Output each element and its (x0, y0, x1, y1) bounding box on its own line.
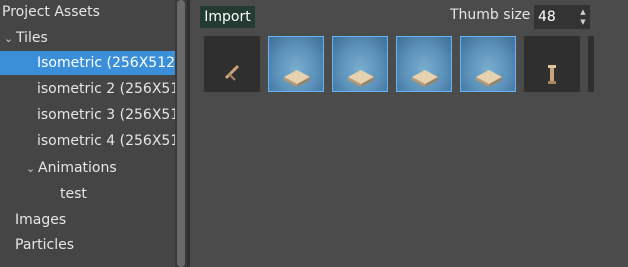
thumb-size-label: Thumb size (450, 7, 531, 23)
floor-tile-icon (284, 70, 310, 87)
tree-item-label: Particles (15, 237, 75, 253)
asset-thumbnail[interactable] (588, 36, 594, 92)
spin-down-icon[interactable]: ▼ (579, 17, 587, 27)
tree-item-isometric-2[interactable]: isometric 2 (256X51 (37, 77, 175, 101)
expand-caret-icon[interactable]: ⌄ (26, 157, 38, 180)
floor-tile-icon (348, 70, 374, 87)
floor-tile-icon (476, 70, 502, 87)
tree-item-label: Isometric (256X512 (37, 55, 175, 71)
asset-browser: Import Thumb size 48 ▲ ▼ (190, 0, 628, 267)
tree-item-particles[interactable]: Particles (15, 233, 74, 257)
expand-caret-icon[interactable]: ⌄ (4, 27, 16, 50)
asset-thumbnail[interactable] (460, 36, 516, 92)
tree-item-animations[interactable]: ⌄ Animations (26, 156, 117, 180)
beam-sprite-icon (224, 64, 240, 81)
tree-item-isometric-3[interactable]: isometric 3 (256X51 (37, 103, 175, 127)
panel-title: Project Assets (2, 4, 100, 20)
thumbnail-grid (204, 36, 594, 94)
tree-scrollbar[interactable] (175, 0, 187, 267)
tree-item-label: isometric 3 (256X51 (37, 107, 175, 123)
asset-thumbnail[interactable] (268, 36, 324, 92)
spin-up-icon[interactable]: ▲ (579, 7, 587, 17)
tree-item-isometric-256x512[interactable]: Isometric (256X512 (0, 51, 175, 75)
tree-item-label: test (60, 186, 87, 202)
tree-item-isometric-4[interactable]: isometric 4 (256X51 (37, 129, 175, 153)
tree-item-images[interactable]: Images (15, 208, 66, 232)
asset-thumbnail[interactable] (204, 36, 260, 92)
asset-thumbnail[interactable] (332, 36, 388, 92)
pillar-sprite-icon (548, 65, 556, 84)
import-button[interactable]: Import (200, 6, 255, 28)
asset-thumbnail[interactable] (524, 36, 580, 92)
tree-item-label: isometric 4 (256X51 (37, 133, 175, 149)
project-assets-panel: Project Assets ⌄ Tiles Isometric (256X512… (0, 0, 175, 267)
tree-item-label: Animations (38, 160, 117, 176)
asset-thumbnail[interactable] (396, 36, 452, 92)
tree-item-label: isometric 2 (256X51 (37, 81, 175, 97)
floor-tile-icon (412, 70, 438, 87)
thumb-size-value: 48 (538, 9, 556, 25)
tree-item-tiles[interactable]: ⌄ Tiles (4, 26, 48, 50)
tree-item-label: Tiles (16, 30, 48, 46)
thumb-size-spinner[interactable]: ▲ ▼ (579, 7, 587, 27)
tree-item-label: Images (15, 212, 67, 228)
thumb-size-input[interactable]: 48 ▲ ▼ (534, 5, 590, 29)
tree-item-test[interactable]: test (60, 182, 87, 206)
tree-scrollbar-thumb[interactable] (177, 0, 185, 267)
